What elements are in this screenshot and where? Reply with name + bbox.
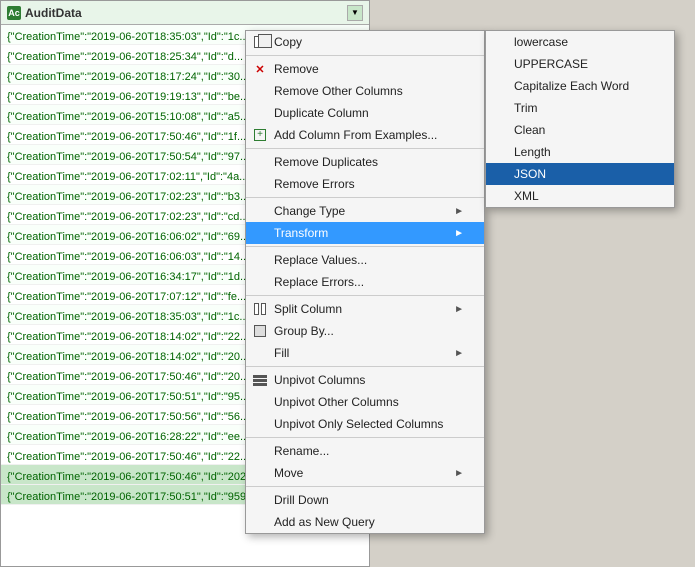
menu-item-copy[interactable]: Copy: [246, 31, 484, 53]
xml-label: XML: [514, 189, 654, 203]
menu-item-split-column[interactable]: Split Column ►: [246, 298, 484, 320]
add-column-icon: +: [250, 127, 270, 143]
transform-submenu-item-xml[interactable]: XML: [486, 185, 674, 207]
column-dropdown-button[interactable]: ▼: [347, 5, 363, 21]
menu-item-replace-errors-label: Replace Errors...: [274, 275, 464, 289]
transform-submenu-item-trim[interactable]: Trim: [486, 97, 674, 119]
menu-item-unpivot-columns-label: Unpivot Columns: [274, 373, 464, 387]
menu-item-remove-errors[interactable]: Remove Errors: [246, 173, 484, 195]
uppercase-label: UPPERCASE: [514, 57, 654, 71]
menu-item-remove-errors-label: Remove Errors: [274, 177, 464, 191]
menu-item-fill-label: Fill: [274, 346, 454, 360]
menu-item-remove-other-label: Remove Other Columns: [274, 84, 464, 98]
separator-6: [246, 366, 484, 367]
menu-item-transform-label: Transform: [274, 226, 454, 240]
separator-1: [246, 55, 484, 56]
menu-item-remove-label: Remove: [274, 62, 464, 76]
clean-label: Clean: [514, 123, 654, 137]
json-label: JSON: [514, 167, 654, 181]
menu-item-change-type[interactable]: Change Type ►: [246, 200, 484, 222]
column-title: AuditData: [25, 6, 82, 20]
menu-item-split-column-label: Split Column: [274, 302, 454, 316]
context-menu: Copy ✕ Remove Remove Other Columns Dupli…: [245, 30, 485, 534]
menu-item-unpivot-other[interactable]: Unpivot Other Columns: [246, 391, 484, 413]
transform-submenu-item-uppercase[interactable]: UPPERCASE: [486, 53, 674, 75]
menu-item-fill[interactable]: Fill ►: [246, 342, 484, 364]
move-arrow: ►: [454, 468, 464, 479]
menu-item-remove-duplicates[interactable]: Remove Duplicates: [246, 151, 484, 173]
menu-item-remove-other-columns[interactable]: Remove Other Columns: [246, 80, 484, 102]
menu-item-duplicate-label: Duplicate Column: [274, 106, 464, 120]
separator-3: [246, 197, 484, 198]
copy-icon: [250, 34, 270, 50]
separator-2: [246, 148, 484, 149]
split-column-icon: [250, 301, 270, 317]
split-column-arrow: ►: [454, 304, 464, 315]
remove-icon: ✕: [250, 61, 270, 77]
length-label: Length: [514, 145, 654, 159]
menu-item-add-column-label: Add Column From Examples...: [274, 128, 464, 142]
transform-submenu-item-clean[interactable]: Clean: [486, 119, 674, 141]
separator-4: [246, 246, 484, 247]
menu-item-add-column[interactable]: + Add Column From Examples...: [246, 124, 484, 146]
fill-arrow: ►: [454, 348, 464, 359]
menu-item-remove-duplicates-label: Remove Duplicates: [274, 155, 464, 169]
menu-item-replace-values-label: Replace Values...: [274, 253, 464, 267]
menu-item-transform[interactable]: Transform ►: [246, 222, 484, 244]
menu-item-unpivot-selected[interactable]: Unpivot Only Selected Columns: [246, 413, 484, 435]
column-type-icon: Ac: [7, 6, 21, 20]
menu-item-replace-values[interactable]: Replace Values...: [246, 249, 484, 271]
transform-arrow: ►: [454, 228, 464, 239]
group-by-icon: [250, 323, 270, 339]
menu-item-group-by-label: Group By...: [274, 324, 464, 338]
column-header[interactable]: Ac AuditData ▼: [1, 1, 369, 25]
menu-item-rename[interactable]: Rename...: [246, 440, 484, 462]
menu-item-drill-down[interactable]: Drill Down: [246, 489, 484, 511]
menu-item-unpivot-selected-label: Unpivot Only Selected Columns: [274, 417, 464, 431]
menu-item-copy-label: Copy: [274, 35, 464, 49]
separator-8: [246, 486, 484, 487]
capitalize-label: Capitalize Each Word: [514, 79, 654, 93]
menu-item-drill-down-label: Drill Down: [274, 493, 464, 507]
trim-label: Trim: [514, 101, 654, 115]
separator-7: [246, 437, 484, 438]
menu-item-unpivot-columns[interactable]: Unpivot Columns: [246, 369, 484, 391]
menu-item-move[interactable]: Move ►: [246, 462, 484, 484]
menu-item-remove[interactable]: ✕ Remove: [246, 58, 484, 80]
separator-5: [246, 295, 484, 296]
transform-submenu: lowercase UPPERCASE Capitalize Each Word…: [485, 30, 675, 208]
menu-item-add-as-new-query-label: Add as New Query: [274, 515, 464, 529]
transform-submenu-item-lowercase[interactable]: lowercase: [486, 31, 674, 53]
menu-item-add-as-new-query[interactable]: Add as New Query: [246, 511, 484, 533]
transform-submenu-item-json[interactable]: JSON: [486, 163, 674, 185]
transform-submenu-item-length[interactable]: Length: [486, 141, 674, 163]
menu-item-group-by[interactable]: Group By...: [246, 320, 484, 342]
menu-item-move-label: Move: [274, 466, 454, 480]
unpivot-icon: [250, 372, 270, 388]
change-type-arrow: ►: [454, 206, 464, 217]
menu-item-unpivot-other-label: Unpivot Other Columns: [274, 395, 464, 409]
lowercase-label: lowercase: [514, 35, 654, 49]
menu-item-replace-errors[interactable]: Replace Errors...: [246, 271, 484, 293]
menu-item-duplicate-column[interactable]: Duplicate Column: [246, 102, 484, 124]
menu-item-rename-label: Rename...: [274, 444, 464, 458]
transform-submenu-item-capitalize[interactable]: Capitalize Each Word: [486, 75, 674, 97]
menu-item-change-type-label: Change Type: [274, 204, 454, 218]
